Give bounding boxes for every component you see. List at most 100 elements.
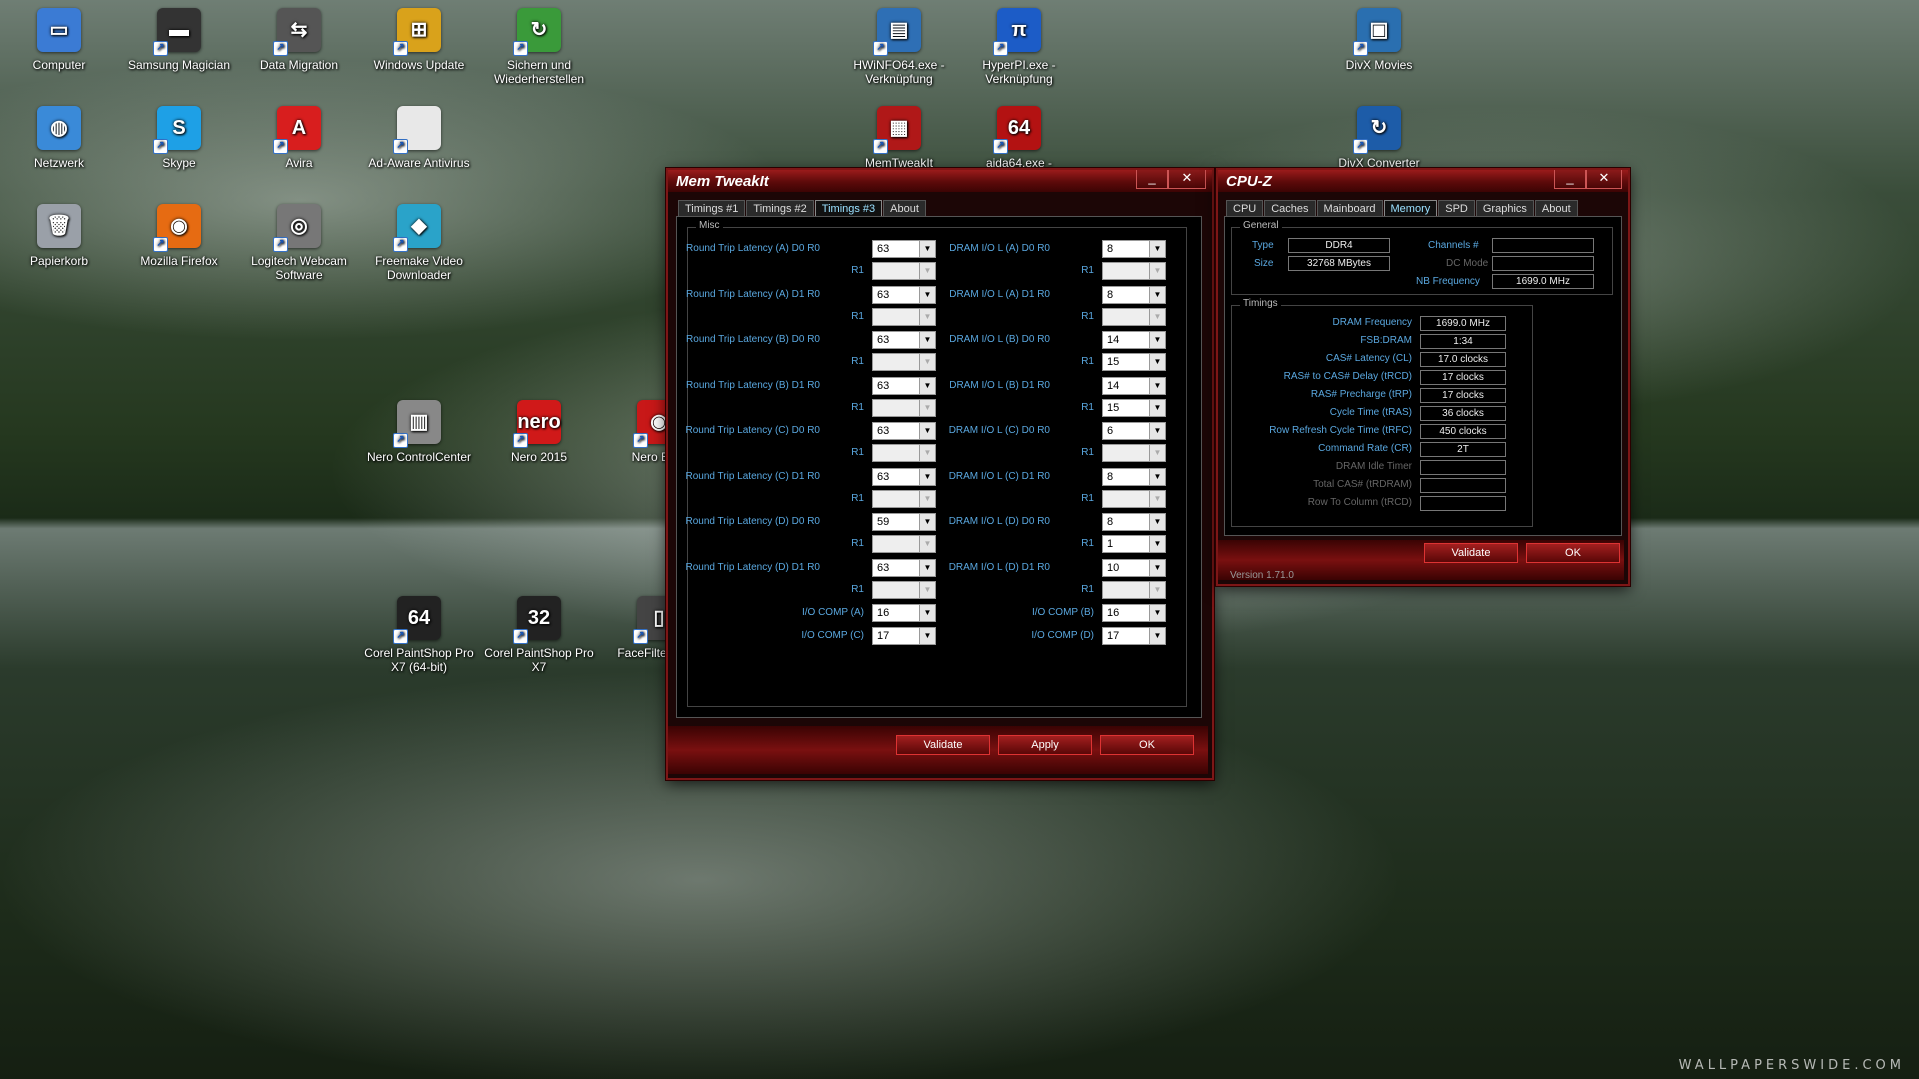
chevron-down-icon[interactable]: ▼ — [919, 445, 935, 461]
chevron-down-icon[interactable]: ▼ — [1149, 514, 1165, 530]
desktop-icon[interactable]: ◆ ↗ Freemake Video Downloader — [360, 204, 478, 282]
chevron-down-icon[interactable]: ▼ — [919, 605, 935, 621]
validate-button[interactable]: Validate — [896, 735, 990, 755]
chevron-down-icon[interactable]: ▼ — [1149, 263, 1165, 279]
ok-button[interactable]: OK — [1526, 543, 1620, 563]
desktop-icon[interactable]: 32 ↗ Corel PaintShop Pro X7 — [480, 596, 598, 674]
desktop-icon[interactable]: nero ↗ Nero 2015 — [480, 400, 598, 464]
timing-select[interactable]: 10 ▼ — [1102, 558, 1166, 577]
chevron-down-icon[interactable]: ▼ — [919, 354, 935, 370]
timing-select[interactable]: 8 ▼ — [1102, 513, 1166, 531]
ok-button[interactable]: OK — [1100, 735, 1194, 755]
chevron-down-icon[interactable]: ▼ — [919, 423, 935, 439]
timing-select[interactable]: 63 ▼ — [872, 422, 936, 440]
memtweakit-titlebar[interactable]: Mem TweakIt _ ✕ — [668, 170, 1212, 192]
chevron-down-icon[interactable]: ▼ — [1149, 399, 1165, 416]
cpuz-titlebar[interactable]: CPU-Z _ ✕ — [1218, 170, 1628, 192]
desktop-icon[interactable]: ◎ ↗ Logitech Webcam Software — [240, 204, 358, 282]
desktop-icon[interactable]: ▣ ↗ DivX Movies — [1320, 8, 1438, 72]
timing-select[interactable]: 63 ▼ — [872, 376, 936, 395]
close-button[interactable]: ✕ — [1586, 170, 1622, 189]
cpuz-window[interactable]: CPU-Z _ ✕ CPU Caches Mainboard Memory SPD Gra… — [1216, 168, 1630, 586]
timing-select[interactable]: ▼ — [1102, 489, 1166, 508]
chevron-down-icon[interactable]: ▼ — [919, 559, 935, 576]
desktop-icon[interactable]: ◍ Netzwerk — [0, 106, 118, 170]
timing-select[interactable]: ▼ — [872, 353, 936, 371]
timing-select[interactable]: 63 ▼ — [872, 558, 936, 577]
desktop-icon[interactable]: ▥ ↗ Nero ControlCenter — [360, 400, 478, 464]
timing-select[interactable]: ▼ — [872, 444, 936, 462]
timing-select[interactable]: ▼ — [1102, 307, 1166, 326]
chevron-down-icon[interactable]: ▼ — [919, 490, 935, 507]
chevron-down-icon[interactable]: ▼ — [1149, 377, 1165, 394]
desktop-icon[interactable]: ↻ ↗ DivX Converter — [1320, 106, 1438, 170]
chevron-down-icon[interactable]: ▼ — [919, 581, 935, 598]
desktop-icon[interactable]: ▦ ↗ MemTweakIt — [840, 106, 958, 170]
chevron-down-icon[interactable]: ▼ — [919, 628, 935, 644]
chevron-down-icon[interactable]: ▼ — [1149, 354, 1165, 370]
timing-select[interactable]: ▼ — [872, 535, 936, 553]
chevron-down-icon[interactable]: ▼ — [919, 377, 935, 394]
desktop-icon[interactable]: ⊞ ↗ Windows Update — [360, 8, 478, 72]
desktop-icon[interactable]: S ↗ Skype — [120, 106, 238, 170]
timing-select[interactable]: ▼ — [1102, 262, 1166, 280]
chevron-down-icon[interactable]: ▼ — [1149, 628, 1165, 644]
desktop-icon[interactable]: 64 ↗ aida64.exe - — [960, 106, 1078, 170]
desktop-icon[interactable]: ↗ Ad-Aware Antivirus — [360, 106, 478, 170]
timing-select[interactable]: 8 ▼ — [1102, 240, 1166, 258]
chevron-down-icon[interactable]: ▼ — [919, 536, 935, 552]
desktop-icon[interactable]: ▤ ↗ HWiNFO64.exe - Verknüpfung — [840, 8, 958, 86]
timing-select[interactable]: 16 ▼ — [1102, 604, 1166, 622]
timing-select[interactable]: 1 ▼ — [1102, 535, 1166, 553]
chevron-down-icon[interactable]: ▼ — [1149, 536, 1165, 552]
chevron-down-icon[interactable]: ▼ — [1149, 490, 1165, 507]
chevron-down-icon[interactable]: ▼ — [1149, 332, 1165, 348]
chevron-down-icon[interactable]: ▼ — [1149, 423, 1165, 439]
chevron-down-icon[interactable]: ▼ — [1149, 445, 1165, 461]
timing-select[interactable]: 15 ▼ — [1102, 353, 1166, 371]
timing-select[interactable]: 8 ▼ — [1102, 467, 1166, 486]
minimize-button[interactable]: _ — [1554, 170, 1586, 189]
desktop-icon[interactable]: 64 ↗ Corel PaintShop Pro X7 (64-bit) — [360, 596, 478, 674]
chevron-down-icon[interactable]: ▼ — [1149, 581, 1165, 598]
timing-select[interactable]: 63 ▼ — [872, 331, 936, 349]
chevron-down-icon[interactable]: ▼ — [1149, 468, 1165, 485]
timing-select[interactable]: 16 ▼ — [872, 604, 936, 622]
chevron-down-icon[interactable]: ▼ — [1149, 286, 1165, 303]
timing-select[interactable]: 63 ▼ — [872, 240, 936, 258]
chevron-down-icon[interactable]: ▼ — [919, 332, 935, 348]
timing-select[interactable]: 14 ▼ — [1102, 376, 1166, 395]
chevron-down-icon[interactable]: ▼ — [1149, 559, 1165, 576]
timing-select[interactable]: ▼ — [872, 580, 936, 599]
timing-select[interactable]: ▼ — [872, 489, 936, 508]
desktop-icon[interactable]: ▬ ↗ Samsung Magician — [120, 8, 238, 72]
chevron-down-icon[interactable]: ▼ — [919, 263, 935, 279]
timing-select[interactable]: 15 ▼ — [1102, 398, 1166, 417]
timing-select[interactable]: ▼ — [1102, 444, 1166, 462]
chevron-down-icon[interactable]: ▼ — [919, 399, 935, 416]
timing-select[interactable]: 63 ▼ — [872, 467, 936, 486]
chevron-down-icon[interactable]: ▼ — [1149, 241, 1165, 257]
desktop-icon[interactable]: ◉ ↗ Mozilla Firefox — [120, 204, 238, 268]
timing-select[interactable]: 8 ▼ — [1102, 285, 1166, 304]
timing-select[interactable]: ▼ — [872, 398, 936, 417]
desktop-icon[interactable]: ▭ Computer — [0, 8, 118, 72]
timing-select[interactable]: 59 ▼ — [872, 513, 936, 531]
chevron-down-icon[interactable]: ▼ — [919, 286, 935, 303]
desktop-icon[interactable]: π ↗ HyperPI.exe - Verknüpfung — [960, 8, 1078, 86]
validate-button[interactable]: Validate — [1424, 543, 1518, 563]
chevron-down-icon[interactable]: ▼ — [919, 468, 935, 485]
chevron-down-icon[interactable]: ▼ — [919, 241, 935, 257]
apply-button[interactable]: Apply — [998, 735, 1092, 755]
chevron-down-icon[interactable]: ▼ — [919, 308, 935, 325]
desktop-icon[interactable]: 🗑 Papierkorb — [0, 204, 118, 268]
minimize-button[interactable]: _ — [1136, 170, 1168, 189]
timing-select[interactable]: ▼ — [1102, 580, 1166, 599]
timing-select[interactable]: 14 ▼ — [1102, 331, 1166, 349]
desktop-icon[interactable]: ⇆ ↗ Data Migration — [240, 8, 358, 72]
chevron-down-icon[interactable]: ▼ — [1149, 308, 1165, 325]
timing-select[interactable]: 17 ▼ — [872, 627, 936, 645]
timing-select[interactable]: 17 ▼ — [1102, 627, 1166, 645]
desktop-icon[interactable]: A ↗ Avira — [240, 106, 358, 170]
chevron-down-icon[interactable]: ▼ — [919, 514, 935, 530]
